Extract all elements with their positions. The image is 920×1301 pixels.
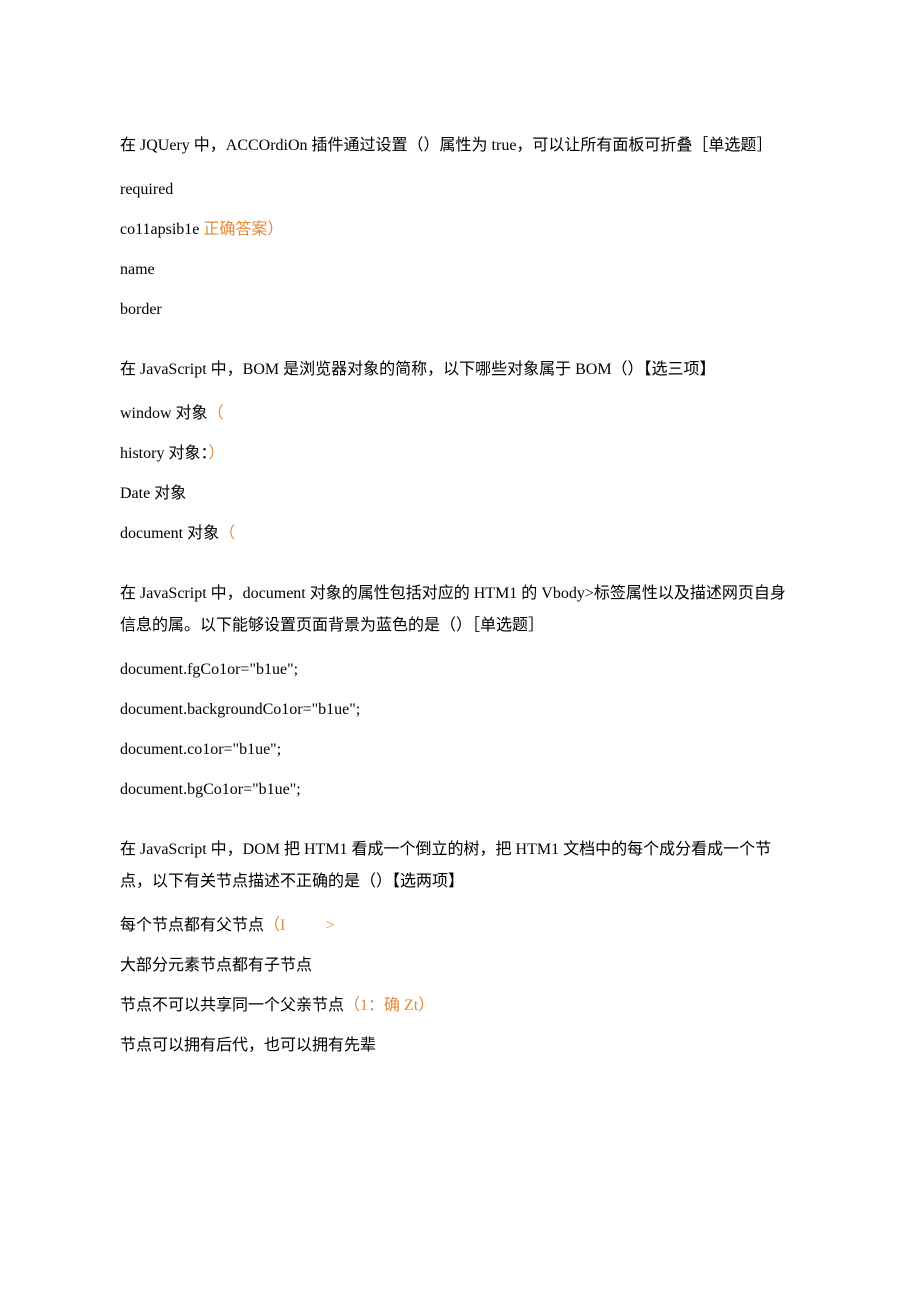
option-d: border bbox=[120, 294, 800, 326]
question-text: 在 JQUery 中，ACCOrdiOn 插件通过设置（）属性为 true，可以… bbox=[120, 130, 800, 162]
option-a-text: 每个节点都有父节点 bbox=[120, 917, 264, 934]
option-b-text: history 对象： bbox=[120, 445, 208, 462]
option-d-text: document 对象 bbox=[120, 525, 219, 542]
option-d: document.bgCo1or="b1ue"; bbox=[120, 774, 800, 806]
option-d: document 对象（ bbox=[120, 518, 800, 550]
option-b: document.backgroundCo1or="b1ue"; bbox=[120, 694, 800, 726]
question-text: 在 JavaScript 中，document 对象的属性包括对应的 HTM1 … bbox=[120, 578, 800, 642]
option-b: co11apsib1e 正确答案） bbox=[120, 214, 800, 246]
answer-mark: （ bbox=[219, 525, 235, 542]
option-a: window 对象（ bbox=[120, 398, 800, 430]
answer-mark: （1：确 Zt） bbox=[344, 997, 434, 1014]
question-text: 在 JavaScript 中，BOM 是浏览器对象的简称，以下哪些对象属于 BO… bbox=[120, 354, 800, 386]
option-c: document.co1or="b1ue"; bbox=[120, 734, 800, 766]
option-b-text: co11apsib1e bbox=[120, 221, 203, 238]
answer-mark: ） bbox=[208, 445, 224, 462]
option-d: 节点可以拥有后代，也可以拥有先辈 bbox=[120, 1030, 800, 1062]
question-block-2: 在 JavaScript 中，BOM 是浏览器对象的简称，以下哪些对象属于 BO… bbox=[120, 354, 800, 550]
option-a-text: window 对象 bbox=[120, 405, 208, 422]
answer-mark: 正确答案） bbox=[203, 221, 283, 238]
option-c: Date 对象 bbox=[120, 478, 800, 510]
option-c: name bbox=[120, 254, 800, 286]
option-b: history 对象：） bbox=[120, 438, 800, 470]
question-block-1: 在 JQUery 中，ACCOrdiOn 插件通过设置（）属性为 true，可以… bbox=[120, 130, 800, 326]
answer-mark: （I > bbox=[264, 917, 334, 934]
question-block-3: 在 JavaScript 中，document 对象的属性包括对应的 HTM1 … bbox=[120, 578, 800, 806]
option-b: 大部分元素节点都有子节点 bbox=[120, 950, 800, 982]
option-c-text: 节点不可以共享同一个父亲节点 bbox=[120, 997, 344, 1014]
option-a: document.fgCo1or="b1ue"; bbox=[120, 654, 800, 686]
option-a: 每个节点都有父节点（I > bbox=[120, 910, 800, 942]
option-c: 节点不可以共享同一个父亲节点（1：确 Zt） bbox=[120, 990, 800, 1022]
document-page: 在 JQUery 中，ACCOrdiOn 插件通过设置（）属性为 true，可以… bbox=[0, 0, 920, 1301]
question-block-4: 在 JavaScript 中，DOM 把 HTM1 看成一个倒立的树，把 HTM… bbox=[120, 834, 800, 1062]
answer-mark: （ bbox=[208, 405, 224, 422]
option-a: required bbox=[120, 174, 800, 206]
question-text: 在 JavaScript 中，DOM 把 HTM1 看成一个倒立的树，把 HTM… bbox=[120, 834, 800, 898]
